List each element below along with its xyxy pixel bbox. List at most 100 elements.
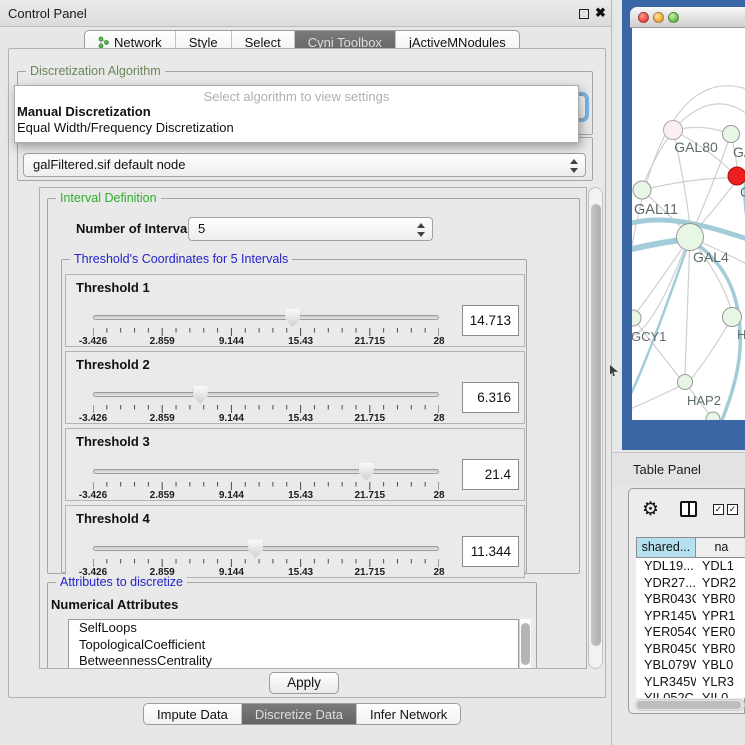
table-column-header[interactable]: na <box>696 537 745 558</box>
threshold-value-field[interactable]: 6.316 <box>462 382 519 413</box>
table-row[interactable]: YBR045CYBR0 <box>636 641 745 658</box>
table-row[interactable]: YLR345WYLR3 <box>636 674 745 691</box>
threshold-slider[interactable]: -3.4262.8599.14415.4321.71528 <box>93 309 439 345</box>
apply-button[interactable]: Apply <box>269 672 339 694</box>
table-row[interactable]: YDR27...YDR2 <box>636 575 745 592</box>
attribute-list-item[interactable]: TopologicalCoefficient <box>69 637 518 654</box>
table-cell[interactable]: YLR345W <box>636 674 696 691</box>
table-row[interactable]: YPR145WYPR1 <box>636 608 745 625</box>
slider-handle[interactable] <box>359 463 374 481</box>
zoom-traffic-light-icon[interactable] <box>668 12 679 23</box>
panel-scrollbar-thumb[interactable] <box>591 204 601 646</box>
network-node-label: H <box>737 327 745 342</box>
table-cell[interactable]: YBR045C <box>636 641 696 658</box>
network-window-titlebar[interactable] <box>630 7 745 28</box>
slider-ticks <box>93 559 439 568</box>
slider-track[interactable] <box>93 469 439 474</box>
float-window-icon[interactable] <box>579 9 589 19</box>
network-node-hap2[interactable] <box>678 375 693 390</box>
gear-icon[interactable]: ⚙ <box>642 498 659 521</box>
network-node-ga[interactable] <box>723 126 740 143</box>
table-cell[interactable]: YIL0 <box>696 690 745 698</box>
slider-handle[interactable] <box>248 540 263 558</box>
tick-label: 2.859 <box>150 490 175 501</box>
network-edge[interactable] <box>691 317 732 379</box>
network-edge[interactable] <box>633 318 680 378</box>
slider-handle[interactable] <box>193 386 208 404</box>
table-row[interactable]: YBL079WYBL0 <box>636 657 745 674</box>
tab-impute-data[interactable]: Impute Data <box>144 704 242 724</box>
network-node-gal4[interactable] <box>677 224 704 251</box>
table-column-header[interactable]: shared... <box>636 537 696 558</box>
table-row[interactable]: YER054CYER0 <box>636 624 745 641</box>
network-node-gcy1[interactable] <box>632 310 641 326</box>
slider-track[interactable] <box>93 392 439 397</box>
table-cell[interactable]: YBR0 <box>696 591 745 608</box>
tab-discretize-data[interactable]: Discretize Data <box>242 704 357 724</box>
table-hscrollbar[interactable] <box>635 699 745 711</box>
network-edge[interactable] <box>632 386 680 410</box>
split-columns-icon[interactable] <box>680 501 697 517</box>
table-cell[interactable]: YDL19... <box>636 558 696 575</box>
threshold-slider[interactable]: -3.4262.8599.14415.4321.71528 <box>93 463 439 499</box>
network-node-gal11[interactable] <box>633 181 651 199</box>
table-cell[interactable]: YDR2 <box>696 575 745 592</box>
network-node-g[interactable] <box>728 167 745 185</box>
algorithm-prompt-item[interactable]: Select algorithm to view settings <box>15 89 578 104</box>
list-scrollbar[interactable] <box>519 619 531 669</box>
table-cell[interactable]: YIL052C <box>636 690 696 698</box>
select-all-checkbox-icon[interactable]: ✓ <box>713 504 724 515</box>
attribute-list-item[interactable]: BetweennessCentrality <box>69 653 518 669</box>
tick-label: -3.426 <box>79 413 107 424</box>
algorithm-item-equal-width[interactable]: Equal Width/Frequency Discretization <box>15 120 578 136</box>
network-node-h[interactable] <box>723 308 742 327</box>
table-cell[interactable]: YDL1 <box>696 558 745 575</box>
slider-track[interactable] <box>93 546 439 551</box>
numerical-attributes-list[interactable]: SelfLoopsTopologicalCoefficientBetweenne… <box>68 619 519 669</box>
network-canvas[interactable]: GAL80GAGGAL11GAL4GCY1HHAP2 <box>632 28 745 420</box>
close-icon[interactable]: ✖ <box>595 5 606 21</box>
table-cell[interactable]: YER054C <box>636 624 696 641</box>
minimize-traffic-light-icon[interactable] <box>653 12 664 23</box>
algorithm-item-manual[interactable]: Manual Discretization <box>15 104 578 120</box>
table-data-combobox[interactable]: galFiltered.sif default node <box>23 153 586 177</box>
table-cell[interactable]: YPR145W <box>636 608 696 625</box>
table-cell[interactable]: YBR0 <box>696 641 745 658</box>
table-hscrollbar-thumb[interactable] <box>637 701 741 709</box>
slider-handle[interactable] <box>285 309 300 327</box>
list-scrollbar-thumb[interactable] <box>521 623 530 665</box>
network-node-gal80[interactable] <box>664 121 683 140</box>
threshold-slider[interactable]: -3.4262.8599.14415.4321.71528 <box>93 540 439 576</box>
slider-ticks <box>93 328 439 337</box>
tab-infer-network[interactable]: Infer Network <box>357 704 460 724</box>
table-cell[interactable]: YLR3 <box>696 674 745 691</box>
network-edge[interactable] <box>685 237 690 375</box>
unselect-all-checkbox-icon[interactable]: ✓ <box>727 504 738 515</box>
attribute-list-item[interactable]: SelfLoops <box>69 620 518 637</box>
panel-scrollbar[interactable] <box>588 187 603 669</box>
tick-label: 2.859 <box>150 336 175 347</box>
threshold-value-field[interactable]: 21.4 <box>462 459 519 490</box>
table-cell[interactable]: YBL0 <box>696 657 745 674</box>
control-panel-titlebar[interactable]: Control Panel ✖ <box>0 0 611 27</box>
threshold-title: Threshold 3 <box>76 434 150 449</box>
threshold-value-field[interactable]: 11.344 <box>462 536 519 567</box>
table-row[interactable]: YBR043CYBR0 <box>636 591 745 608</box>
table-row[interactable]: YDL19...YDL1 <box>636 558 745 575</box>
table-row[interactable]: YIL052CYIL0 <box>636 690 745 698</box>
table-cell[interactable]: YBL079W <box>636 657 696 674</box>
threshold-value-field[interactable]: 14.713 <box>462 305 519 336</box>
attributes-group: Attributes to discretize Numerical Attri… <box>47 582 537 669</box>
tick-label: 21.715 <box>355 336 386 347</box>
table-cell[interactable]: YBR043C <box>636 591 696 608</box>
table-cell[interactable]: YER0 <box>696 624 745 641</box>
network-edge-highlighted[interactable] <box>722 330 740 420</box>
close-traffic-light-icon[interactable] <box>638 12 649 23</box>
num-intervals-combobox[interactable]: 5 <box>188 217 433 241</box>
threshold-slider[interactable]: -3.4262.8599.14415.4321.71528 <box>93 386 439 422</box>
table-cell[interactable]: YPR1 <box>696 608 745 625</box>
network-edge[interactable] <box>642 178 730 190</box>
table-cell[interactable]: YDR27... <box>636 575 696 592</box>
threshold-row: Threshold 3 -3.4262.8599.14415.4321.71528… <box>65 428 525 501</box>
slider-track[interactable] <box>93 315 439 320</box>
